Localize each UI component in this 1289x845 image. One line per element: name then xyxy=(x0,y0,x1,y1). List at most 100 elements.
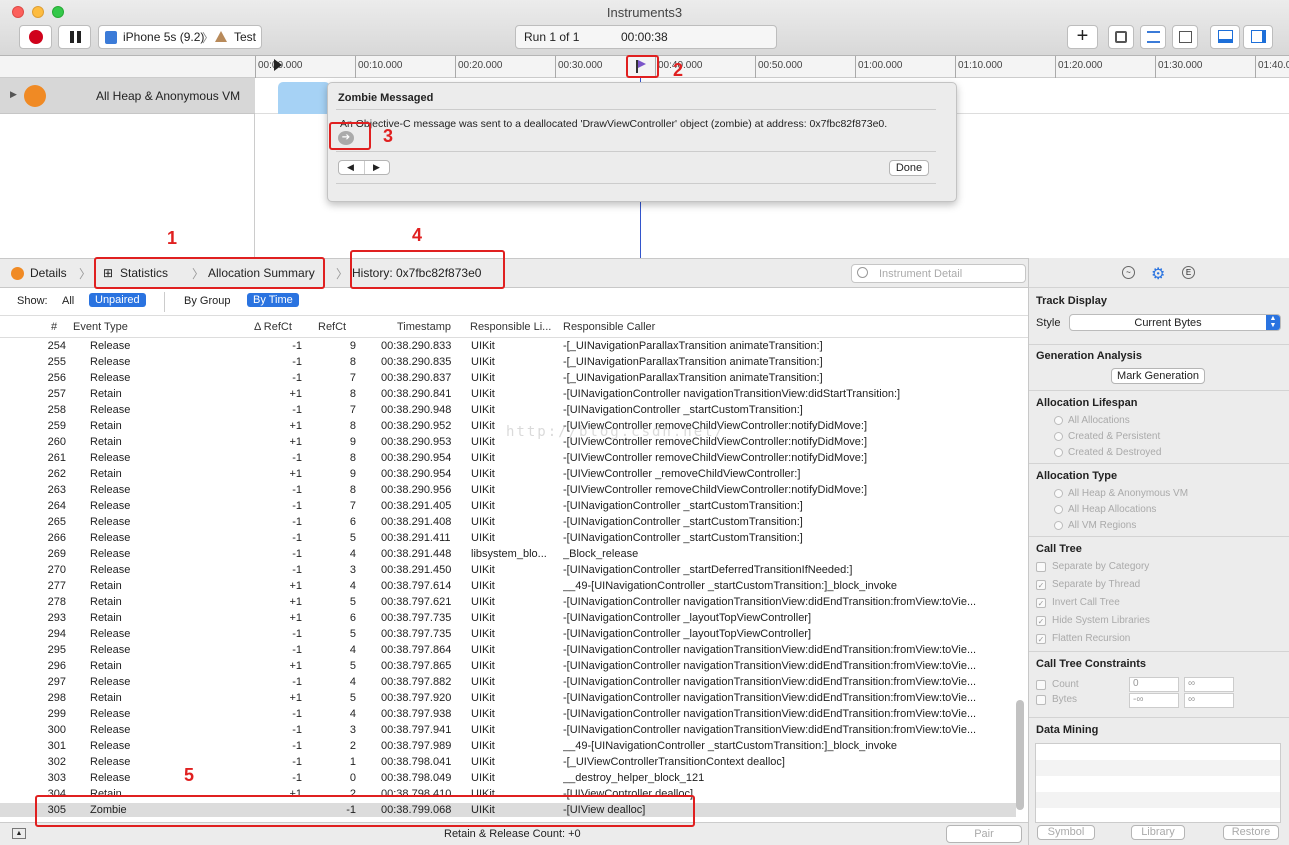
table-row[interactable]: 296 Retain +1 5 00:38.797.865 UIKit -[UINaviga… xyxy=(0,659,1016,675)
checkbox-flatten-recursion[interactable]: ✓ xyxy=(1036,634,1046,644)
radio-all-heap-vm[interactable] xyxy=(1054,489,1063,498)
table-row[interactable]: 269 Release -1 4 00:38.291.448 libsystem_blo.… xyxy=(0,547,1016,563)
done-button[interactable]: Done xyxy=(889,160,929,176)
table-cell: -[UINavigationController navigationTrans… xyxy=(563,644,977,656)
history-nav-segment[interactable]: ◀ ▶ xyxy=(338,160,390,175)
table-row[interactable]: 278 Retain +1 5 00:38.797.621 UIKit -[UINaviga… xyxy=(0,595,1016,611)
table-row[interactable]: 270 Release -1 3 00:38.291.450 UIKit -[UINavig… xyxy=(0,563,1016,579)
toggle-detail-pane-button[interactable] xyxy=(1210,25,1240,49)
table-row[interactable]: 303 Release -1 0 00:38.798.049 UIKit __destroy… xyxy=(0,771,1016,787)
record-settings-tab-icon[interactable]: ~ xyxy=(1122,266,1135,279)
pair-button[interactable]: Pair xyxy=(946,825,1022,843)
radio-all-allocations[interactable] xyxy=(1054,416,1063,425)
track-row[interactable]: ▶ All Heap & Anonymous VM xyxy=(0,78,255,114)
table-row[interactable]: 300 Release -1 3 00:38.797.941 UIKit -[UINavig… xyxy=(0,723,1016,739)
style-select[interactable]: Current Bytes ▲ ▼ xyxy=(1069,314,1281,331)
table-row[interactable]: 266 Release -1 5 00:38.291.411 UIKit -[UINavig… xyxy=(0,531,1016,547)
back-arrow-icon[interactable]: ◀ xyxy=(347,162,354,173)
pause-button[interactable] xyxy=(58,25,91,49)
table-row[interactable]: 301 Release -1 2 00:38.797.989 UIKit __49-[UIN… xyxy=(0,739,1016,755)
record-settings-button[interactable] xyxy=(1108,25,1134,49)
count-max-field[interactable]: ∞ xyxy=(1184,677,1234,692)
table-cell: 7 xyxy=(349,372,356,384)
library-button[interactable]: Library xyxy=(1131,825,1185,840)
table-row[interactable]: 262 Retain +1 9 00:38.290.954 UIKit -[UIViewCo… xyxy=(0,467,1016,483)
column-header[interactable]: Responsible Li... xyxy=(470,321,551,333)
checkbox-separate-thread[interactable]: ✓ xyxy=(1036,580,1046,590)
column-header[interactable]: # xyxy=(51,321,57,333)
table-row[interactable]: 256 Release -1 7 00:38.290.837 UIKit -[_UINavi… xyxy=(0,371,1016,387)
radio-created-destroyed[interactable] xyxy=(1054,448,1063,457)
grid-view-button[interactable] xyxy=(1172,25,1198,49)
add-instrument-button[interactable]: + xyxy=(1067,25,1098,49)
symbol-button[interactable]: Symbol xyxy=(1037,825,1095,840)
search-icon xyxy=(857,267,868,278)
table-row[interactable]: 294 Release -1 5 00:38.797.735 UIKit -[UINavig… xyxy=(0,627,1016,643)
checkbox-separate-category[interactable] xyxy=(1036,562,1046,572)
disclosure-triangle-icon[interactable]: ▶ xyxy=(10,89,17,100)
table-row[interactable]: 263 Release -1 8 00:38.290.956 UIKit -[UIViewC… xyxy=(0,483,1016,499)
radio-all-heap[interactable] xyxy=(1054,505,1063,514)
table-row[interactable]: 299 Release -1 4 00:38.797.938 UIKit -[UINavig… xyxy=(0,707,1016,723)
table-scrollbar[interactable] xyxy=(1016,700,1024,810)
history-table[interactable]: 254 Release -1 9 00:38.290.833 UIKit -[_UINavi… xyxy=(0,339,1028,817)
table-row[interactable]: 297 Release -1 4 00:38.797.882 UIKit -[UINavig… xyxy=(0,675,1016,691)
column-header[interactable]: Timestamp xyxy=(397,321,451,333)
filter-by-time[interactable]: By Time xyxy=(247,293,299,307)
table-cell: -[UINavigationController navigationTrans… xyxy=(563,660,977,672)
list-view-button[interactable] xyxy=(1140,25,1166,49)
filter-unpaired[interactable]: Unpaired xyxy=(89,293,146,307)
checkbox-invert-call-tree[interactable]: ✓ xyxy=(1036,598,1046,608)
table-row[interactable]: 261 Release -1 8 00:38.290.954 UIKit -[UIViewC… xyxy=(0,451,1016,467)
table-cell: 00:38.797.989 xyxy=(381,740,452,752)
table-row[interactable]: 258 Release -1 7 00:38.290.948 UIKit -[UINavig… xyxy=(0,403,1016,419)
timeline-ruler[interactable]: 00:00.000 00:10.000 00:20.000 00:30.000 … xyxy=(255,56,1289,78)
table-row[interactable]: 302 Release -1 1 00:38.798.041 UIKit -[_UIView… xyxy=(0,755,1016,771)
column-header[interactable]: Responsible Caller xyxy=(563,321,655,333)
checkbox-bytes[interactable] xyxy=(1036,695,1046,705)
count-min-field[interactable]: 0 xyxy=(1129,677,1179,692)
table-row[interactable]: 255 Release -1 8 00:38.290.835 UIKit -[_UINavi… xyxy=(0,355,1016,371)
chevron-right-icon: 〉 xyxy=(79,267,92,281)
target-selector[interactable]: iPhone 5s (9.2) 〉 Test xyxy=(98,25,262,49)
table-cell: 00:38.290.948 xyxy=(381,404,452,416)
gear-icon[interactable]: ⚙ xyxy=(1151,264,1165,284)
record-button[interactable] xyxy=(19,25,52,49)
mark-generation-button[interactable]: Mark Generation xyxy=(1111,368,1205,384)
table-row[interactable]: 264 Release -1 7 00:38.291.405 UIKit -[UINavig… xyxy=(0,499,1016,515)
restore-button[interactable]: Restore xyxy=(1223,825,1279,840)
table-row[interactable]: 293 Retain +1 6 00:38.797.735 UIKit -[UINaviga… xyxy=(0,611,1016,627)
table-cell: 00:38.798.041 xyxy=(381,756,452,768)
table-row[interactable]: 298 Retain +1 5 00:38.797.920 UIKit -[UINaviga… xyxy=(0,691,1016,707)
column-header[interactable]: RefCt xyxy=(318,321,346,333)
column-header[interactable]: Event Type xyxy=(73,321,128,333)
column-header[interactable]: Δ RefCt xyxy=(254,321,292,333)
instrument-detail-search[interactable]: Instrument Detail xyxy=(851,264,1026,283)
table-cell: 00:38.290.954 xyxy=(381,452,452,464)
table-row[interactable]: 265 Release -1 6 00:38.291.408 UIKit -[UINavig… xyxy=(0,515,1016,531)
table-row[interactable]: 295 Release -1 4 00:38.797.864 UIKit -[UINavig… xyxy=(0,643,1016,659)
table-cell: -[UINavigationController navigationTrans… xyxy=(563,596,977,608)
checkbox-count[interactable] xyxy=(1036,680,1046,690)
style-select-value: Current Bytes xyxy=(1134,317,1202,329)
pathbar-details[interactable]: Details xyxy=(30,266,67,280)
forward-arrow-icon[interactable]: ▶ xyxy=(373,162,380,173)
playhead-start-icon[interactable] xyxy=(274,59,282,71)
table-row[interactable]: 277 Retain +1 4 00:38.797.614 UIKit __49-[UINa… xyxy=(0,579,1016,595)
radio-all-vm-regions[interactable] xyxy=(1054,521,1063,530)
bytes-max-field[interactable]: ∞ xyxy=(1184,693,1234,708)
filter-all[interactable]: All xyxy=(62,295,74,307)
filter-by-group[interactable]: By Group xyxy=(184,295,230,307)
table-row[interactable]: 257 Retain +1 8 00:38.290.841 UIKit -[UINaviga… xyxy=(0,387,1016,403)
table-row[interactable]: 254 Release -1 9 00:38.290.833 UIKit -[_UINavi… xyxy=(0,339,1016,355)
data-mining-list[interactable] xyxy=(1035,743,1281,823)
watermark: http://blog.csdn.net/ xyxy=(506,424,726,440)
table-cell: 299 xyxy=(47,708,66,720)
bytes-min-field[interactable]: -∞ xyxy=(1129,693,1179,708)
radio-created-persistent[interactable] xyxy=(1054,432,1063,441)
expand-icon[interactable]: ▲ xyxy=(12,828,26,839)
checkbox-hide-system-libraries[interactable]: ✓ xyxy=(1036,616,1046,626)
table-cell: UIKit xyxy=(471,564,495,576)
toggle-inspector-button[interactable] xyxy=(1243,25,1273,49)
extended-detail-tab-icon[interactable]: E xyxy=(1182,266,1195,279)
